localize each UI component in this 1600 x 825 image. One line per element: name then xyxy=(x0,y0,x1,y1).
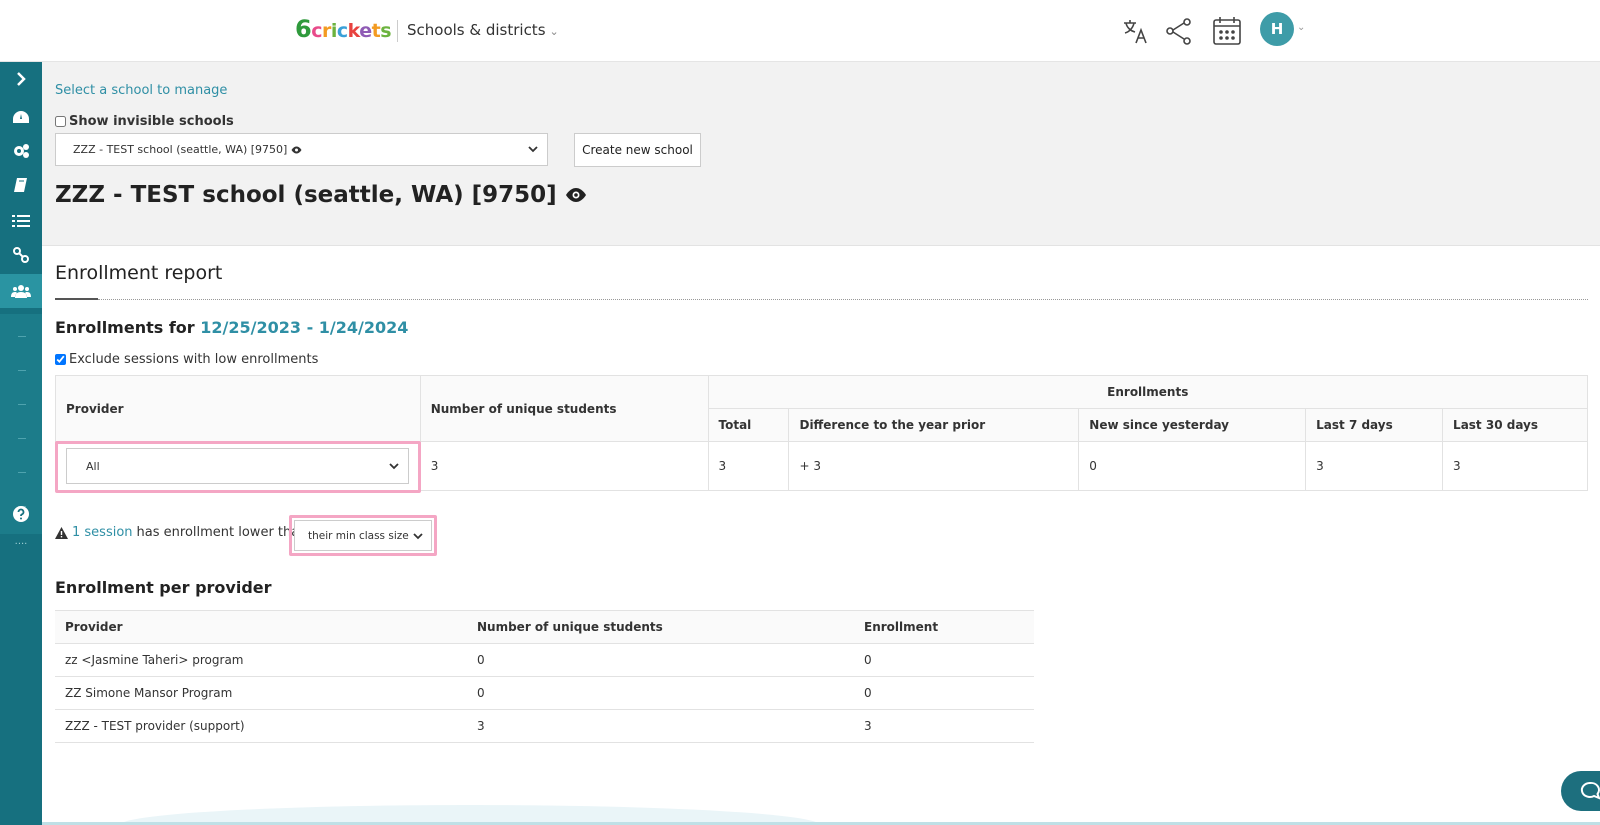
dashboard-icon[interactable] xyxy=(0,100,42,134)
header-last-30-days: Last 30 days xyxy=(1442,408,1588,442)
show-invisible-schools[interactable]: Show invisible schools xyxy=(55,114,234,129)
header-enrollments: Enrollments xyxy=(707,375,1589,409)
chevron-down-icon xyxy=(389,463,399,470)
cell-difference: + 3 xyxy=(788,441,1080,491)
translate-icon[interactable] xyxy=(1121,16,1151,46)
min-class-size-value: their min class size xyxy=(308,529,409,542)
provider-name: ZZ Simone Mansor Program xyxy=(55,676,467,710)
cell-unique-students: 3 xyxy=(419,441,709,491)
date-range-link[interactable]: 12/25/2023 - 1/24/2024 xyxy=(200,318,408,337)
6crickets-logo[interactable]: 6crickets xyxy=(295,15,392,43)
help-icon[interactable] xyxy=(0,497,42,531)
eye-icon[interactable] xyxy=(565,188,587,202)
chevron-down-icon[interactable]: ⌄ xyxy=(1297,22,1305,33)
provider-name: zz <Jasmine Taheri> program xyxy=(55,643,467,677)
eye-icon xyxy=(291,146,302,153)
provider-name: ZZZ - TEST provider (support) xyxy=(55,709,467,743)
min-class-size-select[interactable]: their min class size xyxy=(294,520,432,551)
warning-icon xyxy=(55,526,68,539)
enrollment-per-provider-title: Enrollment per provider xyxy=(55,578,272,597)
header-unique-students: Number of unique students xyxy=(419,375,709,442)
book-icon[interactable] xyxy=(0,168,42,202)
header-unique-students: Number of unique students xyxy=(467,610,854,644)
report-title: Enrollment report xyxy=(55,262,223,284)
provider-select[interactable]: All xyxy=(66,448,409,484)
unique-students: 3 xyxy=(467,709,854,743)
list-icon[interactable] xyxy=(0,204,42,238)
chevron-down-icon xyxy=(528,146,538,153)
sidebar: .... xyxy=(0,62,42,825)
enrollments-for-heading: Enrollments for 12/25/2023 - 1/24/2024 xyxy=(55,318,408,337)
exclude-low-enrollments[interactable]: Exclude sessions with low enrollments xyxy=(55,352,318,367)
settings-icon[interactable] xyxy=(0,134,42,168)
school-select-value: ZZZ - TEST school (seattle, WA) [9750] xyxy=(73,143,288,156)
chat-button[interactable] xyxy=(1561,771,1600,811)
section-title-label: Schools & districts xyxy=(407,21,546,39)
low-enrollment-warning: 1 session has enrollment lower than xyxy=(55,525,307,540)
exclude-low-enrollments-label: Exclude sessions with low enrollments xyxy=(69,352,319,367)
enrollment: 3 xyxy=(854,709,1034,743)
top-header: 6crickets Schools & districts ⌄ H ⌄ xyxy=(0,0,1600,62)
unique-students: 0 xyxy=(467,643,854,677)
warning-text: has enrollment lower than xyxy=(136,525,308,540)
header-new-since-yesterday: New since yesterday xyxy=(1078,408,1307,442)
chevron-down-icon: ⌄ xyxy=(549,25,559,38)
calendar-icon[interactable] xyxy=(1211,16,1241,46)
show-invisible-checkbox[interactable] xyxy=(55,116,66,127)
sidebar-more[interactable]: .... xyxy=(0,534,42,556)
school-select[interactable]: ZZZ - TEST school (seattle, WA) [9750] xyxy=(55,133,548,166)
header-provider: Provider xyxy=(55,610,467,644)
table-row: ZZZ - TEST provider (support) 3 3 xyxy=(55,709,1034,743)
school-title: ZZZ - TEST school (seattle, WA) [9750] xyxy=(55,182,587,208)
title-divider xyxy=(98,299,1588,300)
section-switcher[interactable]: Schools & districts ⌄ xyxy=(407,21,559,39)
show-invisible-label: Show invisible schools xyxy=(69,114,234,129)
table-row: ZZ Simone Mansor Program 0 0 xyxy=(55,676,1034,710)
header-provider: Provider xyxy=(55,375,421,442)
sidebar-expand-icon[interactable] xyxy=(0,62,42,96)
table-row: zz <Jasmine Taheri> program 0 0 xyxy=(55,643,1034,677)
header-last-7-days: Last 7 days xyxy=(1305,408,1444,442)
header-total: Total xyxy=(707,408,790,442)
unique-students: 0 xyxy=(467,676,854,710)
enrollments-for-label: Enrollments for xyxy=(55,318,195,337)
link-icon[interactable] xyxy=(0,238,42,272)
title-underline xyxy=(55,298,98,300)
school-title-text: ZZZ - TEST school (seattle, WA) [9750] xyxy=(55,182,557,208)
header-enrollment: Enrollment xyxy=(854,610,1034,644)
user-avatar[interactable]: H xyxy=(1260,12,1294,46)
cell-total: 3 xyxy=(707,441,790,491)
header-difference: Difference to the year prior xyxy=(788,408,1080,442)
exclude-low-enrollments-checkbox[interactable] xyxy=(55,354,66,365)
create-new-school-button[interactable]: Create new school xyxy=(574,133,701,167)
users-icon[interactable] xyxy=(0,274,42,308)
header-divider xyxy=(397,20,398,42)
enrollment: 0 xyxy=(854,676,1034,710)
enrollment-per-provider-table: Provider Number of unique students Enrol… xyxy=(55,610,1034,743)
cell-last-30-days: 3 xyxy=(1442,441,1588,491)
cell-new-since-yesterday: 0 xyxy=(1078,441,1307,491)
select-school-link[interactable]: Select a school to manage xyxy=(55,83,227,98)
share-icon[interactable] xyxy=(1164,16,1194,46)
sessions-link[interactable]: 1 session xyxy=(72,525,133,540)
chevron-down-icon xyxy=(413,533,423,540)
cell-last-7-days: 3 xyxy=(1305,441,1444,491)
provider-select-value: All xyxy=(86,459,100,473)
enrollment: 0 xyxy=(854,643,1034,677)
chat-icon xyxy=(1580,781,1600,800)
